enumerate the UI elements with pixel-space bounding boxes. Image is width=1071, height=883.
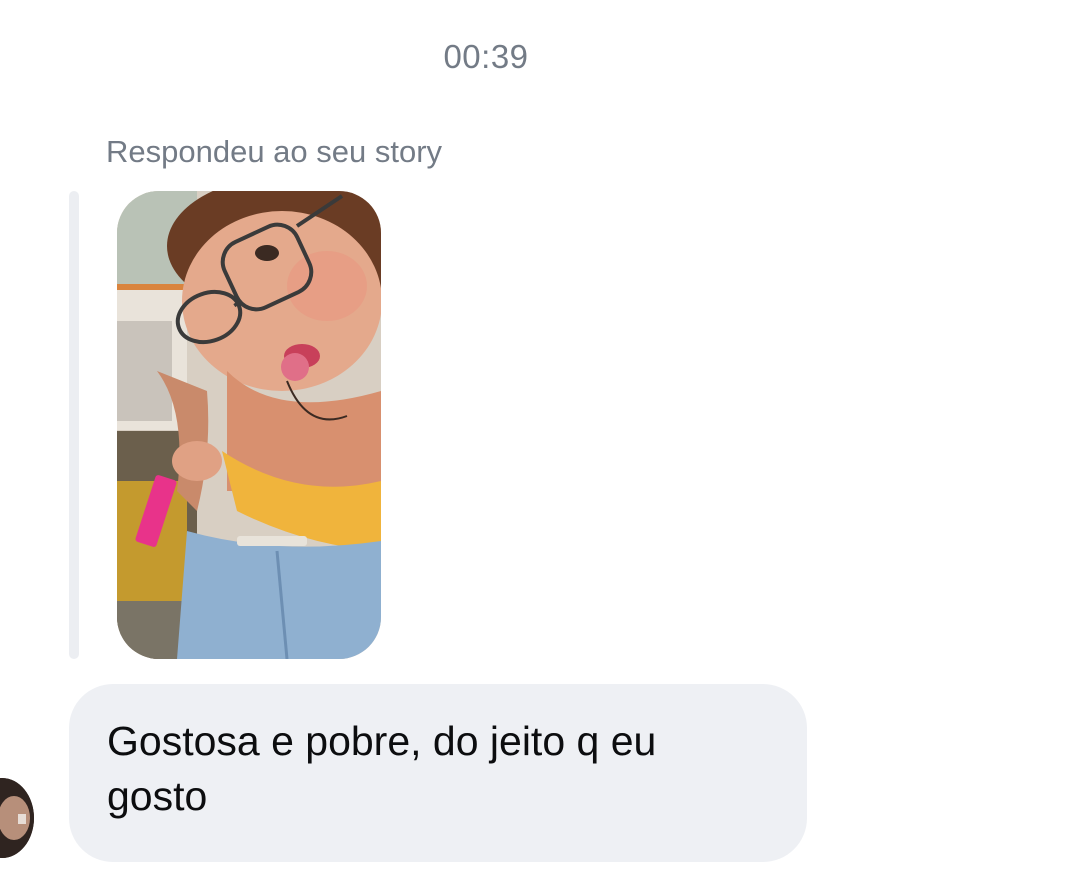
sender-avatar[interactable] xyxy=(0,778,34,858)
reply-quote-bar xyxy=(69,191,79,659)
story-reply-label: Respondeu ao seu story xyxy=(106,134,443,169)
story-photo-illustration xyxy=(117,191,381,659)
received-message-bubble[interactable]: Gostosa e pobre, do jeito q eu gosto xyxy=(69,684,807,862)
story-preview-image[interactable] xyxy=(117,191,381,659)
message-timestamp: 00:39 xyxy=(443,38,529,75)
avatar-photo-illustration xyxy=(0,778,34,858)
message-text: Gostosa e pobre, do jeito q eu gosto xyxy=(107,718,657,819)
